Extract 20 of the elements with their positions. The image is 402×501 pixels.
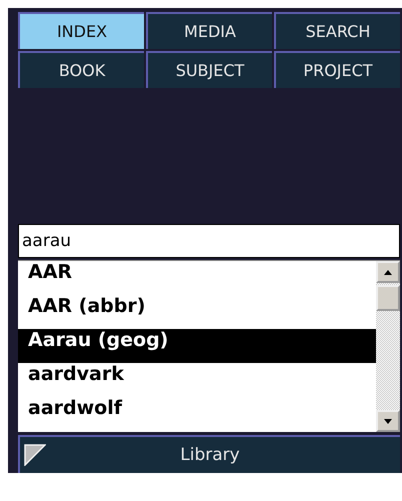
search-field[interactable]: aarau xyxy=(18,224,400,258)
scroll-up-button[interactable] xyxy=(376,261,400,283)
tab[interactable]: MEDIA xyxy=(146,12,272,49)
tab[interactable]: SEARCH xyxy=(274,12,400,49)
scroll-thumb[interactable] xyxy=(376,285,400,311)
scroll-down-button[interactable] xyxy=(376,410,400,432)
tab[interactable]: SUBJECT xyxy=(146,51,272,88)
tab[interactable]: INDEX xyxy=(18,12,144,49)
scroll-down-icon[interactable] xyxy=(384,418,392,424)
list-item[interactable]: aardvark xyxy=(18,363,376,397)
list-item[interactable]: aardwolf xyxy=(18,397,376,431)
footer-label: Library xyxy=(179,445,241,465)
list-item[interactable]: AAR xyxy=(18,261,376,295)
tab[interactable]: PROJECT xyxy=(274,51,400,88)
tab[interactable]: BOOK xyxy=(18,51,144,88)
scroll-up-icon[interactable] xyxy=(384,270,392,274)
triangle-icon[interactable] xyxy=(24,444,46,466)
scrollbar[interactable] xyxy=(376,261,400,432)
list-item[interactable]: AAR (abbr) xyxy=(18,295,376,329)
list-item[interactable]: Aarau (geog) xyxy=(18,329,376,363)
